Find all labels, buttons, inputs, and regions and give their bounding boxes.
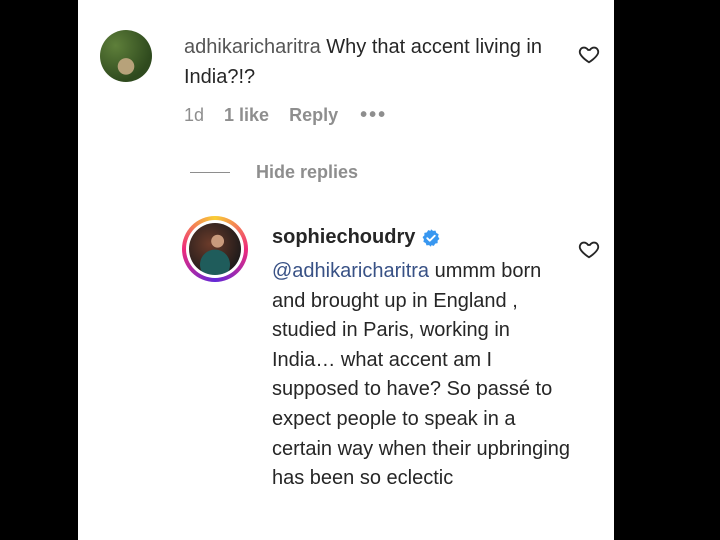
comment-likes[interactable]: 1 like	[224, 105, 269, 126]
hide-replies-button[interactable]: Hide replies	[190, 162, 358, 183]
reply-body: @adhikaricharitra ummm born and brought …	[272, 257, 572, 494]
reply-username[interactable]: sophiechoudry	[272, 226, 415, 249]
reply-text: ummm born and brought up in England , st…	[272, 260, 570, 490]
commenter-avatar[interactable]	[100, 30, 152, 82]
commenter-username[interactable]: adhikaricharitra	[184, 36, 321, 58]
verified-badge-icon	[422, 228, 440, 247]
avatar-photo	[189, 223, 241, 275]
comment-body: adhikaricharitra Why that accent living …	[184, 32, 544, 92]
reply-author-avatar[interactable]	[182, 216, 248, 282]
comments-panel: adhikaricharitra Why that accent living …	[78, 0, 614, 540]
divider-line	[190, 172, 230, 173]
comment-time: 1d	[184, 105, 205, 125]
mention-link[interactable]: @adhikaricharitra	[272, 260, 429, 282]
hide-replies-label: Hide replies	[256, 162, 359, 182]
heart-outline-icon[interactable]	[578, 43, 600, 65]
reply-author: sophiechoudry	[272, 226, 441, 249]
more-options-icon[interactable]: •••	[360, 104, 387, 127]
heart-outline-icon[interactable]	[578, 238, 600, 260]
comment-meta: 1d 1 like Reply •••	[184, 104, 407, 127]
reply-button[interactable]: Reply	[289, 105, 338, 126]
